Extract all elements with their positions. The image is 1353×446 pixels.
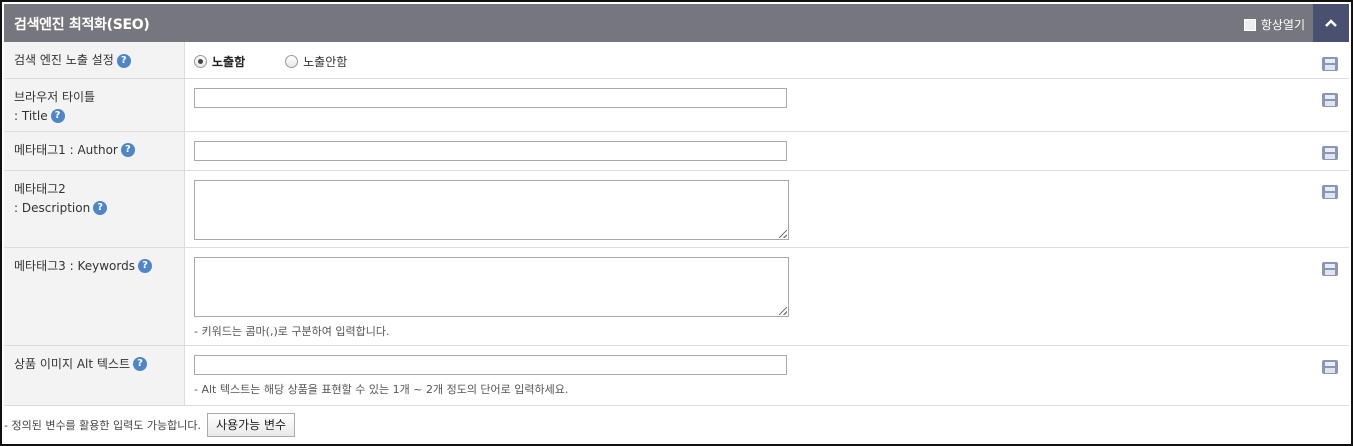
always-open-checkbox[interactable]: [1243, 18, 1256, 31]
label-meta-author: 메타태그1 : Author?: [4, 131, 185, 171]
exposure-radio-group: 노출함 노출안함: [194, 51, 1349, 71]
label-seo-exposure: 검색 엔진 노출 설정?: [4, 42, 185, 79]
panel-footer: - 정의된 변수를 활용한 입력도 가능합니다. 사용가능 변수: [4, 407, 1349, 442]
row-browser-title: 브라우저 타이틀 : Title?: [4, 78, 1349, 132]
keywords-hint: - 키워드는 콤마(,)로 구분하여 입력합니다.: [194, 324, 390, 338]
help-icon[interactable]: ?: [137, 259, 152, 273]
save-icon[interactable]: [1321, 261, 1339, 277]
row-meta-author: 메타태그1 : Author?: [4, 131, 1349, 171]
help-icon[interactable]: ?: [116, 53, 131, 68]
image-alt-hint: - Alt 텍스트는 해당 상품을 표현할 수 있는 1개 ~ 2개 정도의 단…: [194, 382, 569, 396]
image-alt-input[interactable]: [194, 354, 787, 375]
meta-description-textarea[interactable]: [194, 179, 789, 240]
label-image-alt: 상품 이미지 Alt 텍스트?: [4, 345, 185, 406]
seo-panel: 검색엔진 최적화(SEO) 항상열기 검색 엔진 노출 설정? 노출함 노출안함…: [0, 0, 1353, 446]
save-icon[interactable]: [1321, 56, 1339, 72]
row-image-alt: 상품 이미지 Alt 텍스트? - Alt 텍스트는 해당 상품을 표현할 수 …: [4, 345, 1349, 406]
collapse-button[interactable]: [1313, 4, 1349, 42]
panel-title: 검색엔진 최적화(SEO): [14, 17, 150, 33]
radio-expose[interactable]: 노출함: [194, 53, 245, 70]
meta-keywords-textarea[interactable]: [194, 256, 789, 317]
radio-hide-label: 노출안함: [303, 54, 348, 69]
row-meta-description: 메타태그2 : Description?: [4, 170, 1349, 248]
resize-grip-icon[interactable]: [779, 306, 787, 315]
save-icon[interactable]: [1321, 145, 1339, 161]
seo-form: 검색 엔진 노출 설정? 노출함 노출안함 브라우저 타이틀: Title ?…: [4, 42, 1349, 406]
browser-title-input[interactable]: [194, 87, 787, 108]
save-icon[interactable]: [1321, 359, 1339, 375]
row-meta-keywords: 메타태그3 : Keywords? - 키워드는 콤마(,)로 구분하여 입력합…: [4, 247, 1349, 346]
resize-grip-icon[interactable]: [779, 229, 787, 238]
save-icon[interactable]: [1321, 92, 1339, 108]
radio-hide[interactable]: 노출안함: [285, 53, 347, 70]
radio-button-unchecked[interactable]: [285, 54, 299, 68]
footer-note: - 정의된 변수를 활용한 입력도 가능합니다.: [4, 418, 201, 432]
radio-expose-label: 노출함: [212, 54, 246, 69]
save-icon[interactable]: [1321, 184, 1339, 200]
row-seo-exposure: 검색 엔진 노출 설정? 노출함 노출안함: [4, 42, 1349, 79]
help-icon[interactable]: ?: [120, 143, 135, 157]
always-open-label: 항상열기: [1260, 18, 1305, 32]
radio-button-checked[interactable]: [194, 54, 207, 68]
chevron-up-icon: [1325, 19, 1337, 27]
always-open-toggle[interactable]: 항상열기: [1243, 16, 1305, 33]
help-icon[interactable]: ?: [133, 357, 148, 371]
help-icon[interactable]: ?: [93, 201, 108, 215]
label-meta-keywords: 메타태그3 : Keywords?: [4, 247, 185, 346]
label-meta-description: 메타태그2 : Description?: [4, 170, 185, 248]
panel-header: 검색엔진 최적화(SEO) 항상열기: [4, 4, 1349, 42]
help-icon[interactable]: ?: [50, 109, 65, 123]
available-variables-button[interactable]: 사용가능 변수: [207, 412, 296, 437]
meta-author-input[interactable]: [194, 140, 787, 161]
label-browser-title: 브라우저 타이틀 : Title?: [4, 78, 185, 132]
